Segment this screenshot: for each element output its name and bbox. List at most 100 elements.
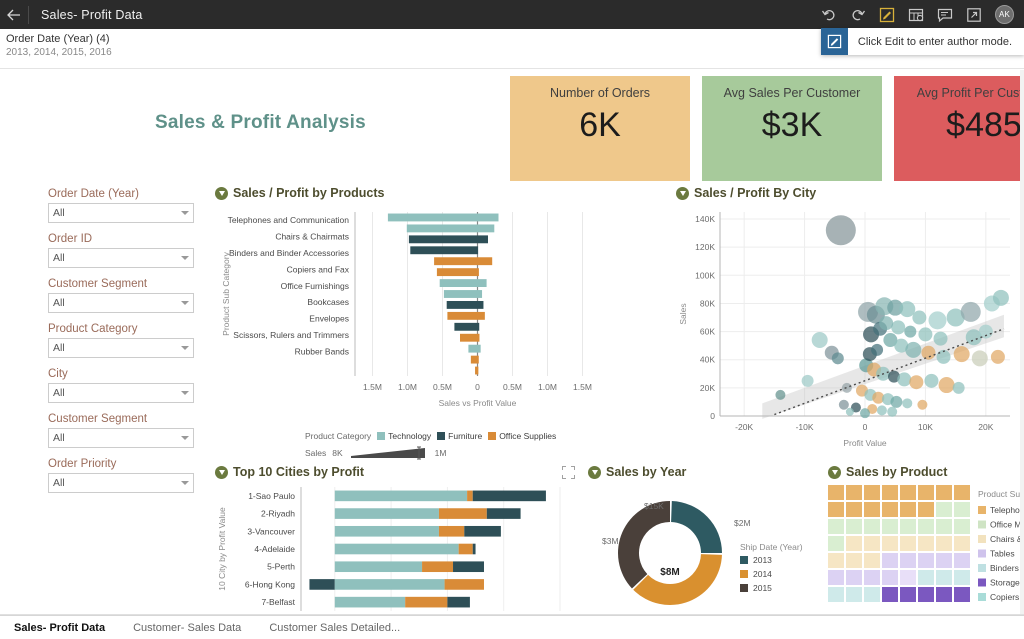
svg-text:5-Perth: 5-Perth [267, 562, 295, 572]
panel-title: Sales by Product [828, 465, 1024, 479]
svg-text:-20K: -20K [735, 422, 753, 432]
filter-value: All [53, 477, 65, 489]
legend-item-technology[interactable]: Technology [377, 431, 431, 441]
chevron-down-icon [181, 436, 189, 440]
filter-product-category: Product Category All [48, 323, 198, 358]
svg-text:10K: 10K [918, 422, 933, 432]
svg-text:1.5M: 1.5M [363, 382, 382, 392]
svg-text:0: 0 [475, 382, 480, 392]
svg-text:$3M: $3M [602, 536, 619, 546]
legend-label: Technology [388, 431, 432, 441]
kpi-number-of-orders[interactable]: Number of Orders 6K [510, 76, 690, 181]
chart-sales-by-product[interactable]: Product Su Telepho Office M Chairs & Tables B… [828, 483, 1024, 618]
svg-text:1.0M: 1.0M [398, 382, 417, 392]
undo-icon[interactable] [821, 7, 837, 23]
author-mode-tooltip-text: Click Edit to enter author mode. [857, 35, 1012, 48]
revert-data-icon[interactable] [908, 7, 924, 23]
chart-top-10-cities[interactable]: 1-Sao Paulo 2-Riyadh 3-Vancouver 4-Adelaide… [215, 483, 575, 615]
chevron-down-icon [181, 301, 189, 305]
panel-title: Sales / Profit By City [676, 186, 1020, 200]
legend-sales-size: Sales 8K 1M [305, 446, 605, 460]
kpi-avg-sales-per-customer[interactable]: Avg Sales Per Customer $3K [702, 76, 882, 181]
chart-sales-by-year[interactable]: $2M $3M $15K $8M Ship Date (Year) 2013 2014 201… [588, 481, 820, 616]
svg-text:2013: 2013 [753, 555, 772, 565]
kpi-avg-profit-per-customer[interactable]: Avg Profit Per Customer $485 [894, 76, 1024, 181]
svg-text:Chairs & Chairmats: Chairs & Chairmats [275, 232, 349, 242]
chevron-down-icon [181, 256, 189, 260]
legend-item-office-supplies[interactable]: Office Supplies [488, 431, 556, 441]
kpi-label: Avg Profit Per Customer [916, 86, 1024, 100]
legend-item-furniture[interactable]: Furniture [437, 431, 482, 441]
sheet-tab-customer-sales-detailed[interactable]: Customer Sales Detailed... [255, 622, 414, 634]
filter-dropdown[interactable]: All [48, 203, 194, 223]
top-toolbar: Sales- Profit Data AK [0, 0, 1024, 29]
svg-text:0.5M: 0.5M [503, 382, 522, 392]
svg-text:Binders: Binders [990, 563, 1019, 573]
panel-title-text: Sales / Profit by Products [233, 186, 385, 200]
viz-badge-icon [676, 186, 689, 200]
avatar[interactable]: AK [995, 5, 1014, 24]
filter-value: All [53, 432, 65, 444]
legend-label: Office Supplies [499, 431, 557, 441]
legend-swatch [377, 432, 386, 440]
size-legend-ramp [350, 446, 425, 460]
filter-dropdown[interactable]: All [48, 473, 194, 493]
expand-icon[interactable] [562, 465, 575, 479]
svg-text:10 City by Profit Value: 10 City by Profit Value [217, 507, 227, 591]
filter-value: All [53, 252, 65, 264]
panel-top-10-cities-by-profit: Top 10 Cities by Profit 1-Sao Paulo 2-Riy… [215, 465, 575, 620]
sheet-tab-customer-sales-data[interactable]: Customer- Sales Data [119, 622, 255, 634]
size-legend-max: 1M [434, 448, 447, 458]
share-icon[interactable] [966, 7, 982, 23]
viz-badge-icon [828, 465, 841, 479]
back-button[interactable] [0, 0, 28, 29]
chart-sales-profit-by-products[interactable]: 1.5M 1.0M 0.5M 0 0.5M 1.0M 1.5M Telephones and … [215, 204, 605, 424]
filter-order-date-year: Order Date (Year) All [48, 188, 198, 223]
tableau-dashboard-app: Sales- Profit Data AK Order Date (Year) … [0, 0, 1024, 639]
panel-sales-by-year: Sales by Year $2M $3M $15K $8M Ship Date (Ye… [588, 465, 820, 621]
svg-text:40K: 40K [700, 355, 715, 365]
legend-product-category: Product Category Technology Furniture Of… [305, 431, 605, 441]
filter-dropdown[interactable]: All [48, 338, 194, 358]
filter-dropdown[interactable]: All [48, 383, 194, 403]
svg-text:Rubber Bands: Rubber Bands [295, 346, 349, 356]
sheet-tab-bar: Sales- Profit Data Customer- Sales Data … [0, 615, 1024, 639]
filter-dropdown[interactable]: All [48, 428, 194, 448]
svg-text:100K: 100K [695, 270, 715, 280]
svg-text:Chairs &: Chairs & [990, 534, 1023, 544]
panel-sales-profit-by-city: Sales / Profit By City 0 20K 40K 60K 80K 100K… [676, 186, 1020, 459]
filter-order-priority: Order Priority All [48, 458, 198, 493]
kpi-value: $3K [761, 106, 823, 144]
legend-swatch [437, 432, 446, 440]
filter-order-id: Order ID All [48, 233, 198, 268]
panel-title-text: Top 10 Cities by Profit [233, 465, 365, 479]
panel-title-text: Sales by Product [846, 465, 948, 479]
toolbar-actions: AK [821, 5, 1024, 24]
chart-sales-profit-by-city[interactable]: 0 20K 40K 60K 80K 100K 120K 140K -20K -10K 0 10K 20K… [676, 204, 1020, 454]
svg-text:$2M: $2M [734, 518, 751, 528]
svg-text:-10K: -10K [796, 422, 814, 432]
svg-text:$15K: $15K [644, 501, 664, 511]
svg-text:Product Sub Category: Product Sub Category [221, 251, 231, 335]
filter-customer-segment-2: Customer Segment All [48, 413, 198, 448]
comment-icon[interactable] [937, 7, 953, 23]
svg-text:2014: 2014 [753, 569, 772, 579]
svg-text:$8M: $8M [660, 567, 679, 578]
sheet-tab-sales-profit-data[interactable]: Sales- Profit Data [0, 622, 119, 634]
vertical-scrollbar[interactable] [1020, 70, 1024, 615]
panel-sales-by-product: Sales by Product Product Su Telepho Office… [828, 465, 1024, 623]
author-mode-tooltip: Click Edit to enter author mode. [820, 28, 1024, 55]
filter-dropdown[interactable]: All [48, 248, 194, 268]
edit-icon[interactable] [879, 7, 895, 23]
page-title: Sales & Profit Analysis [155, 112, 366, 133]
author-mode-edit-icon[interactable] [820, 28, 848, 55]
filter-dropdown[interactable]: All [48, 293, 194, 313]
svg-text:Product Su: Product Su [978, 489, 1020, 499]
svg-text:6-Hong Kong: 6-Hong Kong [245, 579, 295, 589]
svg-text:140K: 140K [695, 214, 715, 224]
svg-text:Office M: Office M [990, 520, 1022, 530]
panel-title-text: Sales / Profit By City [694, 186, 817, 200]
svg-text:Bookcases: Bookcases [307, 297, 349, 307]
kpi-label: Avg Sales Per Customer [723, 86, 861, 100]
redo-icon[interactable] [850, 7, 866, 23]
